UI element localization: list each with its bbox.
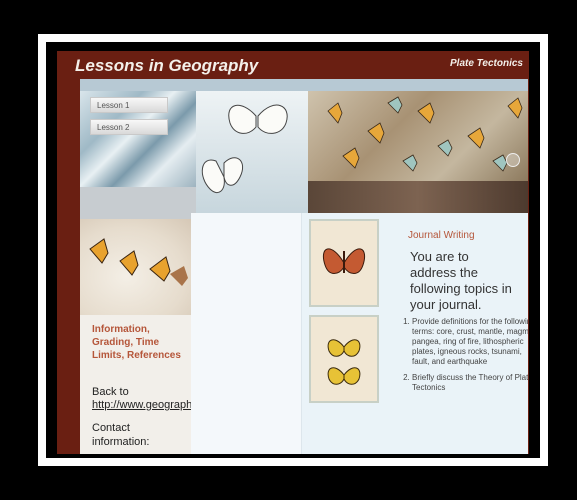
panel-left-column (191, 213, 302, 454)
nav-lesson-2[interactable]: Lesson 2 (90, 119, 168, 135)
content-area: Lesson 1 Lesson 2 Information, Grading, … (80, 79, 528, 454)
back-label: Back to (92, 386, 129, 398)
journal-intro: You are to address the following topics … (410, 249, 512, 312)
topic-item: Provide definitions for the following te… (412, 317, 528, 367)
information-link[interactable]: Information, Grading, Time Limits, Refer… (92, 323, 192, 362)
butterfly-card-2 (309, 315, 379, 403)
topic-item: Briefly discuss the Theory of Plate Tect… (412, 373, 528, 393)
butterfly-card-1 (309, 219, 379, 307)
website-screenshot: Lessons in Geography Plate Tectonics Les… (57, 51, 529, 454)
lesson-nav: Lesson 1 Lesson 2 (90, 97, 170, 141)
nav-lesson-1[interactable]: Lesson 1 (90, 97, 168, 113)
top-bar (80, 79, 528, 91)
brown-strip (308, 181, 528, 213)
topic-list: Provide definitions for the following te… (398, 317, 528, 399)
white-butterfly-image (196, 91, 308, 213)
gray-strip (80, 187, 196, 219)
orange-butterflies-image (80, 219, 196, 315)
journal-title: Journal Writing (408, 230, 475, 241)
refresh-icon (506, 153, 520, 167)
contact-label: Contact information: (92, 422, 150, 448)
site-title: Lessons in Geography (75, 56, 259, 75)
butterfly-collection-image (308, 91, 528, 181)
site-subtitle: Plate Tectonics (450, 58, 523, 69)
